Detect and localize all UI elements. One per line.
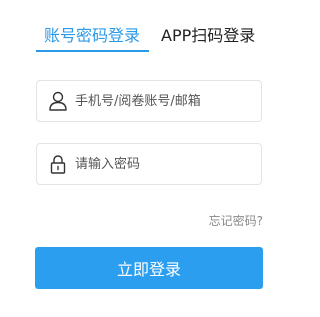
lock-icon — [48, 154, 68, 174]
forgot-password-link[interactable]: 忘记密码? — [209, 212, 263, 229]
active-tab-underline — [36, 50, 149, 52]
user-icon — [48, 91, 68, 111]
tab-password-login[interactable]: 账号密码登录 — [44, 26, 140, 46]
login-tabs: 账号密码登录 APP扫码登录 — [0, 0, 301, 60]
username-field[interactable] — [36, 80, 262, 122]
password-field[interactable] — [36, 143, 262, 185]
username-input[interactable] — [75, 81, 255, 121]
login-button[interactable]: 立即登录 — [35, 247, 263, 289]
tab-app-qr-login[interactable]: APP扫码登录 — [161, 26, 255, 46]
password-input[interactable] — [75, 144, 255, 184]
